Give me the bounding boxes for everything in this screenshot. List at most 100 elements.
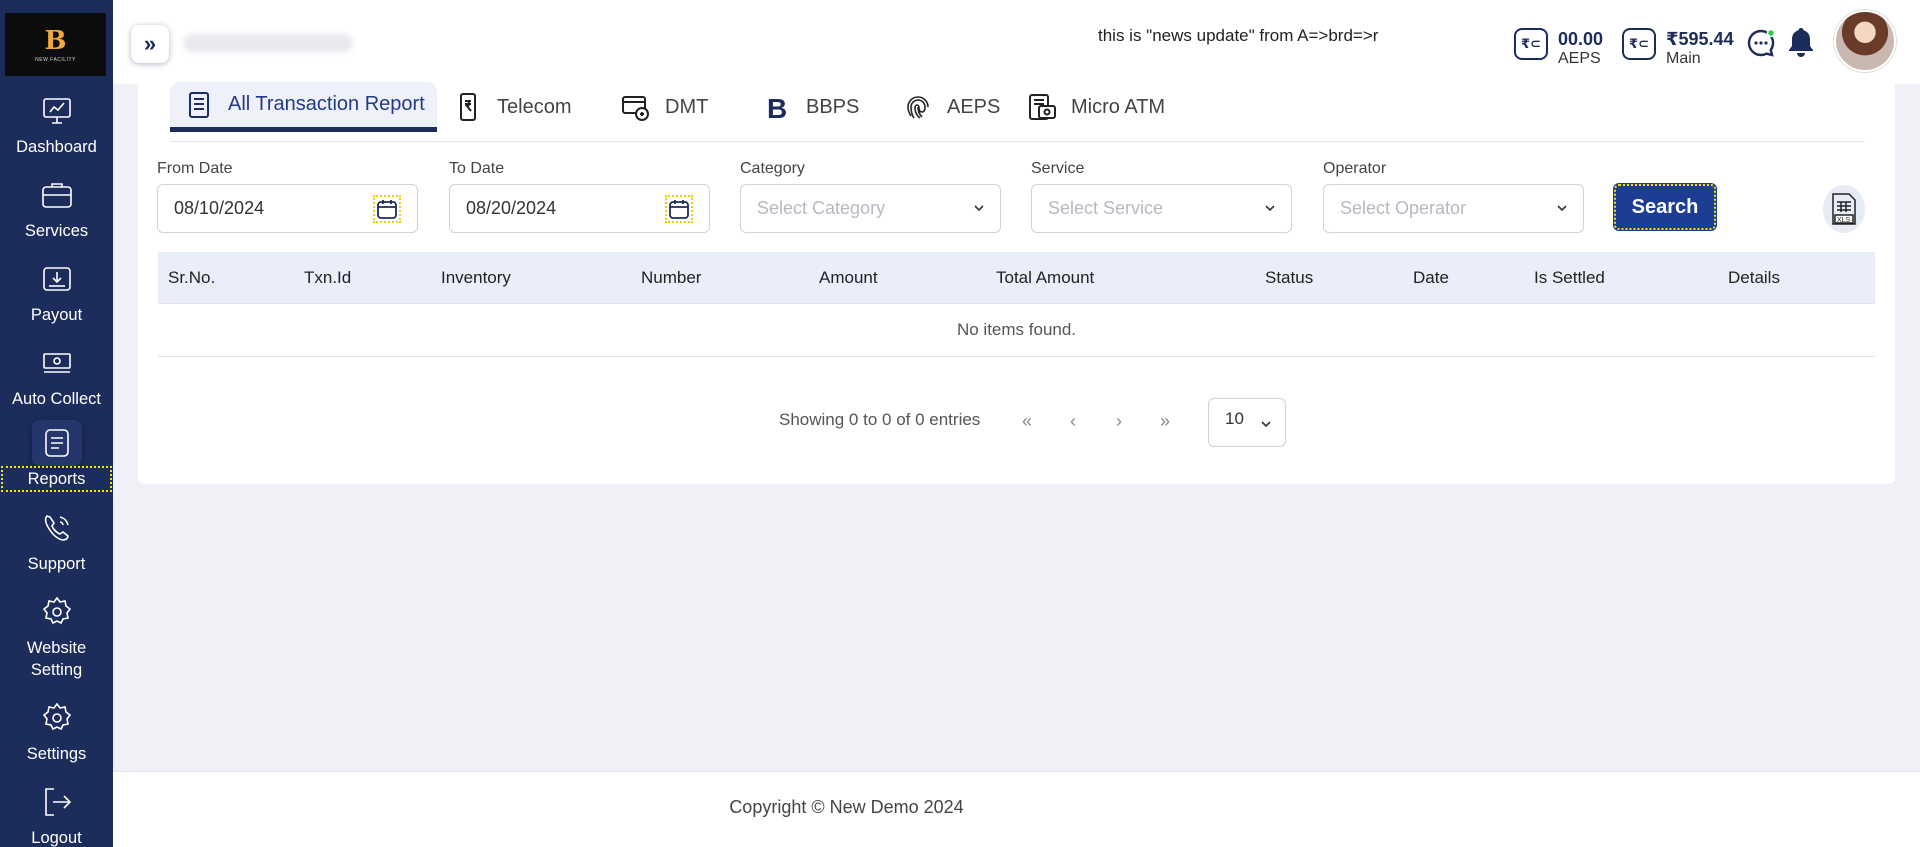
cash-icon: [42, 353, 71, 373]
gear-icon: [42, 596, 71, 625]
page-size-value: 10: [1225, 409, 1244, 428]
user-avatar[interactable]: [1834, 10, 1896, 72]
wallet-icon: ₹⊂: [1514, 28, 1548, 60]
column-header[interactable]: Inventory: [441, 268, 511, 288]
service-select[interactable]: Select Service: [1031, 184, 1292, 233]
column-header[interactable]: Txn.Id: [304, 268, 351, 288]
column-header[interactable]: Date: [1413, 268, 1449, 288]
category-label: Category: [740, 160, 805, 177]
tab-label: Telecom: [497, 95, 572, 118]
sidebar-item-label: Auto Collect: [12, 390, 101, 408]
from-date-label: From Date: [157, 160, 233, 177]
first-page-button[interactable]: «: [1014, 408, 1040, 434]
sidebar-item-services[interactable]: Services: [0, 178, 113, 242]
fingerprint-icon: [907, 96, 929, 119]
report-list-icon: [189, 91, 209, 118]
tab-telecom[interactable]: Telecom: [453, 82, 571, 132]
chevron-down-icon: [974, 205, 984, 212]
tab-label: BBPS: [806, 95, 860, 118]
sidebar-item-reports[interactable]: Reports: [0, 420, 113, 492]
operator-label: Operator: [1323, 160, 1387, 177]
chevron-down-icon: [1557, 205, 1567, 212]
wallet-aeps[interactable]: ₹⊂ 00.00 AEPS: [1514, 28, 1603, 68]
copyright-text: Copyright © New Demo 2024: [729, 797, 964, 817]
to-date-value: 08/20/2024: [466, 198, 557, 218]
sidebar-item-label: Services: [24, 222, 89, 240]
sidebar-item-label: Payout: [30, 306, 83, 324]
column-header[interactable]: Sr.No.: [168, 268, 215, 288]
tab-all-transaction-report[interactable]: All Transaction Report: [170, 82, 437, 132]
search-button[interactable]: Search: [1613, 183, 1717, 231]
column-header[interactable]: Amount: [819, 268, 878, 288]
sidebar-item-dashboard[interactable]: Dashboard: [0, 94, 113, 158]
bell-icon[interactable]: [1786, 26, 1816, 58]
mobile-rupee-icon: [460, 93, 476, 121]
sidebar-item-settings[interactable]: Settings: [0, 701, 113, 765]
prev-page-button[interactable]: ‹: [1060, 408, 1086, 434]
table-header: Sr.No. Txn.Id Inventory Number Amount To…: [158, 252, 1875, 304]
next-page-button[interactable]: ›: [1106, 408, 1132, 434]
sidebar-item-label: Reports: [1, 466, 112, 492]
from-date-input[interactable]: 08/10/2024: [157, 184, 418, 233]
sidebar: B NEW FACILITY Dashboard Services Payout…: [0, 0, 113, 847]
operator-placeholder: Select Operator: [1340, 198, 1467, 218]
page-size-select[interactable]: 10: [1208, 398, 1286, 447]
category-select[interactable]: Select Category: [740, 184, 1001, 233]
wallet-main[interactable]: ₹⊂ ₹595.44 Main: [1622, 28, 1734, 68]
chevron-down-icon: [1265, 205, 1275, 212]
last-page-button[interactable]: »: [1152, 408, 1178, 434]
column-header[interactable]: Details: [1728, 268, 1780, 288]
table-empty-message: No items found.: [158, 304, 1875, 357]
tab-dmt[interactable]: DMT: [621, 82, 708, 132]
sidebar-item-logout[interactable]: Logout: [0, 785, 113, 847]
reports-icon-wrap: [31, 420, 82, 466]
logo-mark: B: [44, 25, 67, 56]
wallet-icon: ₹⊂: [1622, 28, 1656, 60]
tab-micro-atm[interactable]: Micro ATM: [1027, 82, 1165, 132]
sidebar-item-label: Website Setting: [26, 639, 87, 679]
from-date-value: 08/10/2024: [174, 198, 265, 218]
briefcase-icon: [41, 183, 72, 208]
operator-select[interactable]: Select Operator: [1323, 184, 1584, 233]
tab-aeps[interactable]: AEPS: [903, 82, 1000, 132]
blurred-page-title: [183, 34, 353, 52]
sidebar-item-label: Logout: [31, 829, 82, 847]
column-header[interactable]: Number: [641, 268, 701, 288]
chat-icon[interactable]: [1746, 28, 1776, 58]
service-placeholder: Select Service: [1048, 198, 1164, 218]
tab-bbps[interactable]: B BBPS: [762, 82, 859, 132]
sidebar-item-label: Support: [27, 555, 86, 573]
brand-logo[interactable]: B NEW FACILITY: [5, 13, 106, 76]
column-header[interactable]: Total Amount: [996, 268, 1094, 288]
calendar-icon[interactable]: [373, 195, 401, 223]
sidebar-item-payout[interactable]: Payout: [0, 262, 113, 326]
tab-label: DMT: [665, 95, 709, 118]
wallet-label: AEPS: [1558, 50, 1601, 67]
column-header[interactable]: Is Settled: [1534, 268, 1605, 288]
to-date-input[interactable]: 08/20/2024: [449, 184, 710, 233]
wallet-amount: 00.00: [1558, 29, 1604, 49]
sidebar-item-support[interactable]: Support: [0, 511, 113, 575]
svg-text:XLS: XLS: [1837, 217, 1851, 224]
phone-icon: [44, 515, 69, 541]
sidebar-item-label: Settings: [26, 745, 87, 763]
calendar-icon[interactable]: [665, 195, 693, 223]
logout-icon: [44, 788, 71, 816]
tab-label: All Transaction Report: [228, 93, 425, 115]
sidebar-toggle-button[interactable]: »: [131, 25, 169, 63]
chevron-down-icon: [1261, 421, 1271, 428]
category-placeholder: Select Category: [757, 198, 886, 218]
service-label: Service: [1031, 160, 1085, 177]
bbps-icon: B: [767, 93, 787, 122]
dmt-icon: [622, 96, 649, 121]
wallet-amount: ₹595.44: [1666, 29, 1734, 49]
logo-subtitle: NEW FACILITY: [35, 56, 76, 63]
news-ticker: this is "news update" from A=>brd=>r: [1098, 26, 1379, 45]
sidebar-item-website-setting[interactable]: Website Setting: [0, 595, 113, 681]
to-date-label: To Date: [449, 160, 505, 177]
export-xls-button[interactable]: XLS: [1823, 185, 1865, 233]
gear-icon: [42, 702, 71, 731]
sidebar-item-auto-collect[interactable]: Auto Collect: [0, 346, 113, 410]
sidebar-item-label: Dashboard: [16, 138, 97, 156]
column-header[interactable]: Status: [1265, 268, 1313, 288]
